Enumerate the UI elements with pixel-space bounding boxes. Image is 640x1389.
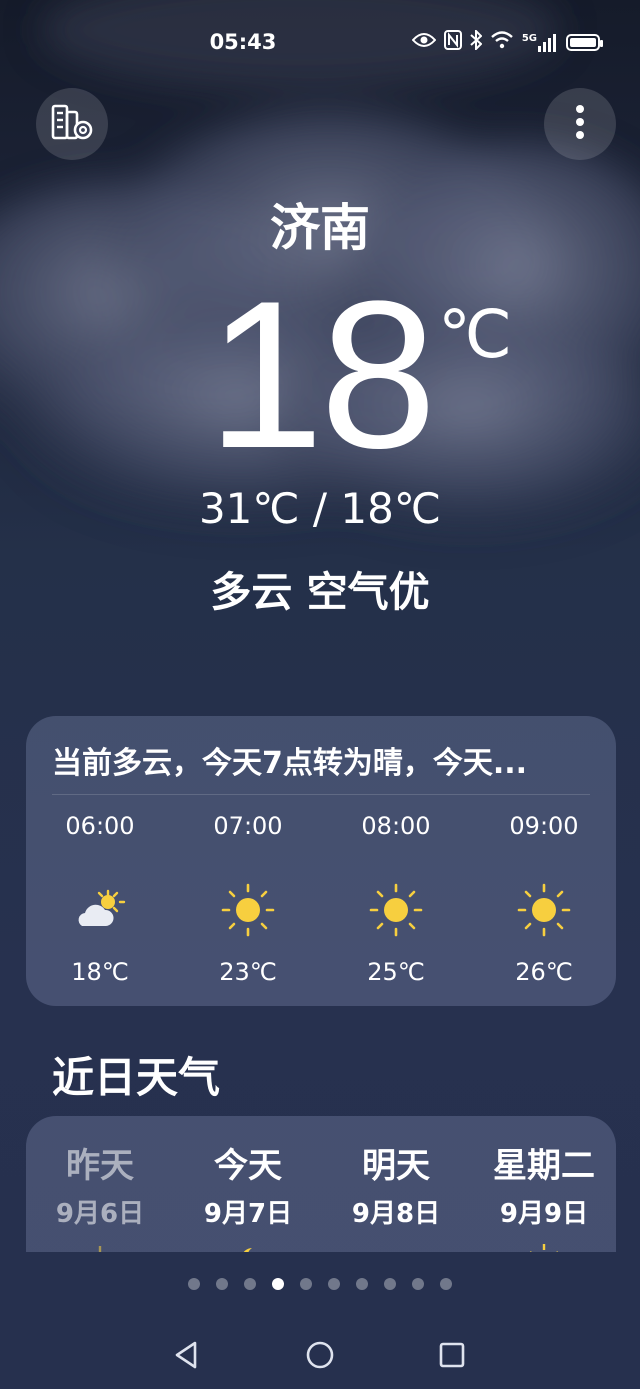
hourly-item: 08:00 25℃ (326, 812, 466, 986)
day-name: 昨天 (66, 1146, 134, 1186)
page-dot[interactable] (440, 1278, 452, 1290)
page-dot[interactable] (300, 1278, 312, 1290)
current-temperature: 18 (207, 257, 437, 492)
wifi-icon (490, 31, 514, 54)
home-button[interactable] (290, 1330, 350, 1380)
hourly-forecast-card[interactable]: 当前多云，今天7点转为晴，今天... 06:00 18℃ 07:00 23℃ 0… (26, 716, 616, 1006)
page-dot[interactable] (328, 1278, 340, 1290)
navigation-bar (0, 1330, 640, 1380)
temperature-range: 31℃ / 18℃ (198, 484, 442, 533)
day-name: 今天 (214, 1146, 282, 1186)
back-button[interactable] (156, 1330, 216, 1380)
day-date: 9月7日 (203, 1199, 293, 1229)
divider (52, 794, 590, 795)
recents-icon (439, 1342, 465, 1368)
forecast-summary: 当前多云，今天7点转为晴，今天... (52, 746, 528, 781)
sun-icon (474, 860, 614, 960)
status-icons: 5G (411, 28, 603, 55)
hour-time: 09:00 (509, 812, 579, 840)
day-name: 星期二 (493, 1146, 595, 1186)
more-options-button[interactable] (544, 88, 616, 160)
page-dot[interactable] (384, 1278, 396, 1290)
more-icon (575, 102, 585, 146)
status-bar: 05:43 5G (0, 0, 640, 88)
daily-forecast-title: 近日天气 (52, 1053, 221, 1102)
hour-temperature: 26℃ (515, 958, 573, 986)
page-dot-active[interactable] (272, 1278, 284, 1290)
hourly-item: 07:00 23℃ (178, 812, 318, 986)
sun-icon (178, 860, 318, 960)
hour-time: 07:00 (213, 812, 283, 840)
city-management-button[interactable] (36, 88, 108, 160)
sun-icon (326, 860, 466, 960)
recents-button[interactable] (422, 1330, 482, 1380)
home-icon (306, 1341, 334, 1369)
city-management-icon (49, 102, 95, 146)
page-dot[interactable] (188, 1278, 200, 1290)
hour-time: 08:00 (361, 812, 431, 840)
city-name: 济南 (270, 199, 370, 257)
hour-temperature: 18℃ (71, 958, 129, 986)
hourly-item: 09:00 26℃ (474, 812, 614, 986)
hour-time: 06:00 (65, 812, 135, 840)
nfc-icon (443, 30, 462, 55)
hourly-item: 06:00 18℃ (30, 812, 170, 986)
network-type: 5G (521, 32, 537, 44)
day-date: 9月6日 (55, 1199, 145, 1229)
day-date: 9月8日 (351, 1199, 441, 1229)
day-date: 9月9日 (499, 1199, 589, 1229)
page-dot[interactable] (356, 1278, 368, 1290)
day-name: 明天 (362, 1146, 430, 1186)
hour-temperature: 25℃ (367, 958, 425, 986)
page-dot[interactable] (412, 1278, 424, 1290)
page-indicator[interactable] (0, 1278, 640, 1290)
weather-description: 多云 空气优 (210, 568, 430, 616)
partly-cloudy-icon (30, 860, 170, 960)
page-dot[interactable] (216, 1278, 228, 1290)
signal-icon: 5G (521, 32, 558, 52)
eye-icon (411, 32, 437, 53)
page-dot[interactable] (244, 1278, 256, 1290)
back-icon (175, 1341, 197, 1369)
hour-temperature: 23℃ (219, 958, 277, 986)
battery-icon (566, 34, 603, 51)
temperature-unit: ℃ (438, 296, 513, 373)
bluetooth-icon (470, 28, 483, 55)
